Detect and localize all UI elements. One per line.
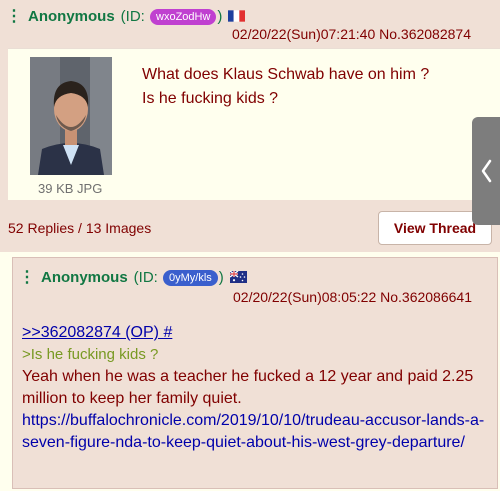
quote-link[interactable]: >>362082874 (OP) # — [22, 322, 492, 344]
op-content: 39 KB JPG What does Klaus Schwab have on… — [8, 48, 500, 200]
id-label: (ID: — [120, 7, 145, 25]
post-menu-icon[interactable]: ⋮ — [19, 267, 35, 287]
external-link[interactable]: https://buffalochronicle.com/2019/10/10/… — [22, 410, 492, 454]
id-suffix: ) — [217, 7, 223, 25]
post-menu-icon[interactable]: ⋮ — [6, 6, 22, 26]
australia-flag-icon — [229, 271, 247, 283]
post-number[interactable]: No.362082874 — [379, 26, 471, 42]
message-line-2: Is he fucking kids ? — [142, 90, 279, 107]
post-dateline: 02/20/22(Sun)07:21:40 No.362082874 — [232, 26, 471, 42]
id-suffix: ) — [218, 268, 224, 286]
post-dateline: 02/20/22(Sun)08:05:22 No.362086641 — [233, 289, 472, 305]
post-thumbnail[interactable] — [30, 57, 112, 175]
post-date: 02/20/22(Sun)08:05:22 — [233, 289, 377, 305]
message-line-1: What does Klaus Schwab have on him ? — [142, 66, 430, 83]
post-number[interactable]: No.362086641 — [380, 289, 472, 305]
poster-name: Anonymous — [41, 268, 128, 286]
file-info: 39 KB JPG — [38, 181, 103, 196]
thread-stats: 52 Replies / 13 Images — [8, 220, 152, 236]
thumbnail-image — [30, 57, 112, 175]
greentext-quote: >Is he fucking kids ? — [22, 346, 159, 363]
france-flag-icon — [228, 10, 246, 22]
op-post: ⋮ Anonymous (ID: wxoZodHw) 02/20/22(Sun)… — [0, 0, 500, 252]
reply-header: ⋮ Anonymous (ID: 0yMy/kls) — [19, 267, 247, 287]
message-text: Yeah when he was a teacher he fucked a 1… — [22, 368, 474, 407]
poster-id-badge[interactable]: wxoZodHw — [150, 8, 217, 25]
reply-message: >>362082874 (OP) # >Is he fucking kids ?… — [22, 322, 492, 454]
reply-post: ⋮ Anonymous (ID: 0yMy/kls) 02/20/22(Sun)… — [12, 257, 498, 489]
chevron-left-icon — [481, 159, 492, 183]
side-panel-toggle[interactable] — [472, 117, 500, 225]
op-header: ⋮ Anonymous (ID: wxoZodHw) — [6, 6, 246, 26]
post-message: What does Klaus Schwab have on him ? Is … — [142, 63, 429, 111]
id-label: (ID: — [133, 268, 158, 286]
post-date: 02/20/22(Sun)07:21:40 — [232, 26, 376, 42]
poster-id-badge[interactable]: 0yMy/kls — [163, 269, 218, 286]
poster-name: Anonymous — [28, 7, 115, 25]
